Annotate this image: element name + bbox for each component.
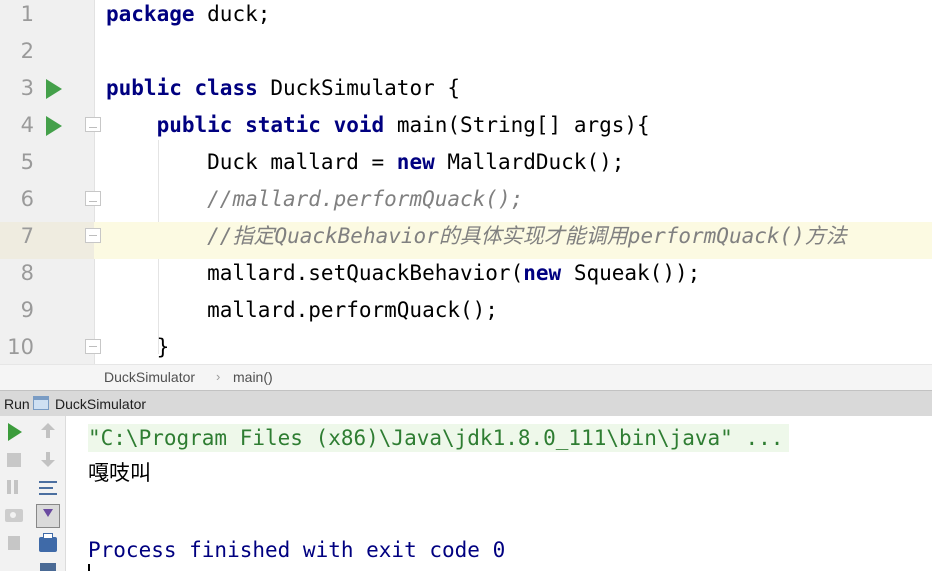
line-number: 6 — [20, 187, 34, 211]
code-line[interactable]: 1 package duck; — [0, 0, 932, 37]
scroll-down-icon[interactable] — [38, 452, 58, 472]
scroll-to-end-icon[interactable] — [36, 504, 60, 528]
text-cursor — [88, 564, 90, 571]
line-number: 2 — [20, 39, 34, 63]
breadcrumb-class[interactable]: DuckSimulator — [104, 369, 195, 385]
camera-icon[interactable] — [5, 509, 23, 522]
breadcrumb: DuckSimulator › main() — [0, 364, 932, 390]
run-panel-title: Run — [4, 396, 30, 412]
gutter-cell: 7 — [0, 222, 101, 259]
code-line[interactable]: 3 public class DuckSimulator { — [0, 74, 932, 111]
line-number: 7 — [20, 224, 34, 248]
run-toolbar — [0, 416, 66, 571]
code-text: mallard.setQuackBehavior(new Squeak()); — [106, 261, 701, 285]
run-tool-window-header: Run DuckSimulator — [0, 390, 932, 416]
code-line[interactable]: 4 public static void main(String[] args)… — [0, 111, 932, 148]
application-icon — [33, 396, 49, 410]
code-line[interactable]: 8 mallard.setQuackBehavior(new Squeak())… — [0, 259, 932, 296]
console-output[interactable]: "C:\Program Files (x86)\Java\jdk1.8.0_11… — [80, 416, 932, 571]
code-text: Duck mallard = new MallardDuck(); — [106, 150, 625, 174]
print-icon[interactable] — [39, 533, 57, 552]
code-text: //mallard.performQuack(); — [207, 187, 524, 211]
console-stdout: 嘎吱叫 — [88, 461, 151, 485]
code-line[interactable]: 10 } — [0, 333, 932, 364]
run-gutter-icon[interactable] — [46, 116, 62, 136]
breadcrumb-separator: › — [216, 369, 221, 384]
line-number: 5 — [20, 150, 34, 174]
line-number: 4 — [20, 113, 34, 137]
code-text: package duck; — [106, 2, 271, 26]
gutter-cell: 3 — [0, 74, 94, 111]
fold-toggle-icon[interactable] — [85, 228, 101, 243]
trash-icon[interactable] — [40, 563, 56, 571]
code-line[interactable]: 6 //mallard.performQuack(); — [0, 185, 932, 222]
line-number: 1 — [20, 2, 34, 26]
fold-toggle-icon[interactable] — [85, 117, 101, 132]
run-tab-duck-simulator[interactable]: DuckSimulator — [55, 396, 146, 412]
run-icon[interactable] — [8, 423, 22, 441]
code-line[interactable]: 9 mallard.performQuack(); — [0, 296, 932, 333]
code-text: public static void main(String[] args){ — [156, 113, 650, 137]
fold-toggle-icon[interactable] — [85, 339, 101, 354]
code-text: //指定QuackBehavior的具体实现才能调用performQuack()… — [207, 224, 847, 248]
fold-toggle-icon[interactable] — [85, 191, 101, 206]
gutter-cell: 6 — [0, 185, 101, 222]
breadcrumb-method[interactable]: main() — [233, 369, 273, 385]
gutter-cell: 8 — [0, 259, 94, 296]
gutter-cell: 5 — [0, 148, 94, 185]
run-tool-window: "C:\Program Files (x86)\Java\jdk1.8.0_11… — [0, 416, 932, 571]
exit-icon[interactable] — [8, 536, 20, 550]
code-text: } — [106, 335, 170, 359]
stop-icon[interactable] — [7, 453, 21, 467]
code-line[interactable]: 7 //指定QuackBehavior的具体实现才能调用performQuack… — [0, 222, 932, 259]
line-number: 3 — [20, 76, 34, 100]
code-line[interactable]: 2 — [0, 37, 932, 74]
console-command-line: "C:\Program Files (x86)\Java\jdk1.8.0_11… — [88, 424, 790, 452]
gutter-cell: 9 — [0, 296, 94, 333]
line-number: 10 — [7, 335, 34, 359]
run-gutter-icon[interactable] — [46, 79, 62, 99]
soft-wrap-icon[interactable] — [38, 479, 58, 497]
gutter-cell: 1 — [0, 0, 94, 37]
console-finish-message: Process finished with exit code 0 — [88, 538, 506, 562]
gutter-cell: 4 — [0, 111, 101, 148]
gutter-cell: 2 — [0, 37, 94, 74]
code-line[interactable]: 5 Duck mallard = new MallardDuck(); — [0, 148, 932, 185]
line-number: 8 — [20, 261, 34, 285]
code-text: public class DuckSimulator { — [106, 76, 461, 100]
code-text: mallard.performQuack(); — [106, 298, 498, 322]
scroll-up-icon[interactable] — [38, 423, 58, 443]
line-number: 9 — [20, 298, 34, 322]
code-editor[interactable]: 1 package duck; 2 3 public class DuckSimulat… — [0, 0, 932, 364]
gutter-cell: 10 — [0, 333, 101, 364]
pause-icon[interactable] — [5, 480, 25, 500]
